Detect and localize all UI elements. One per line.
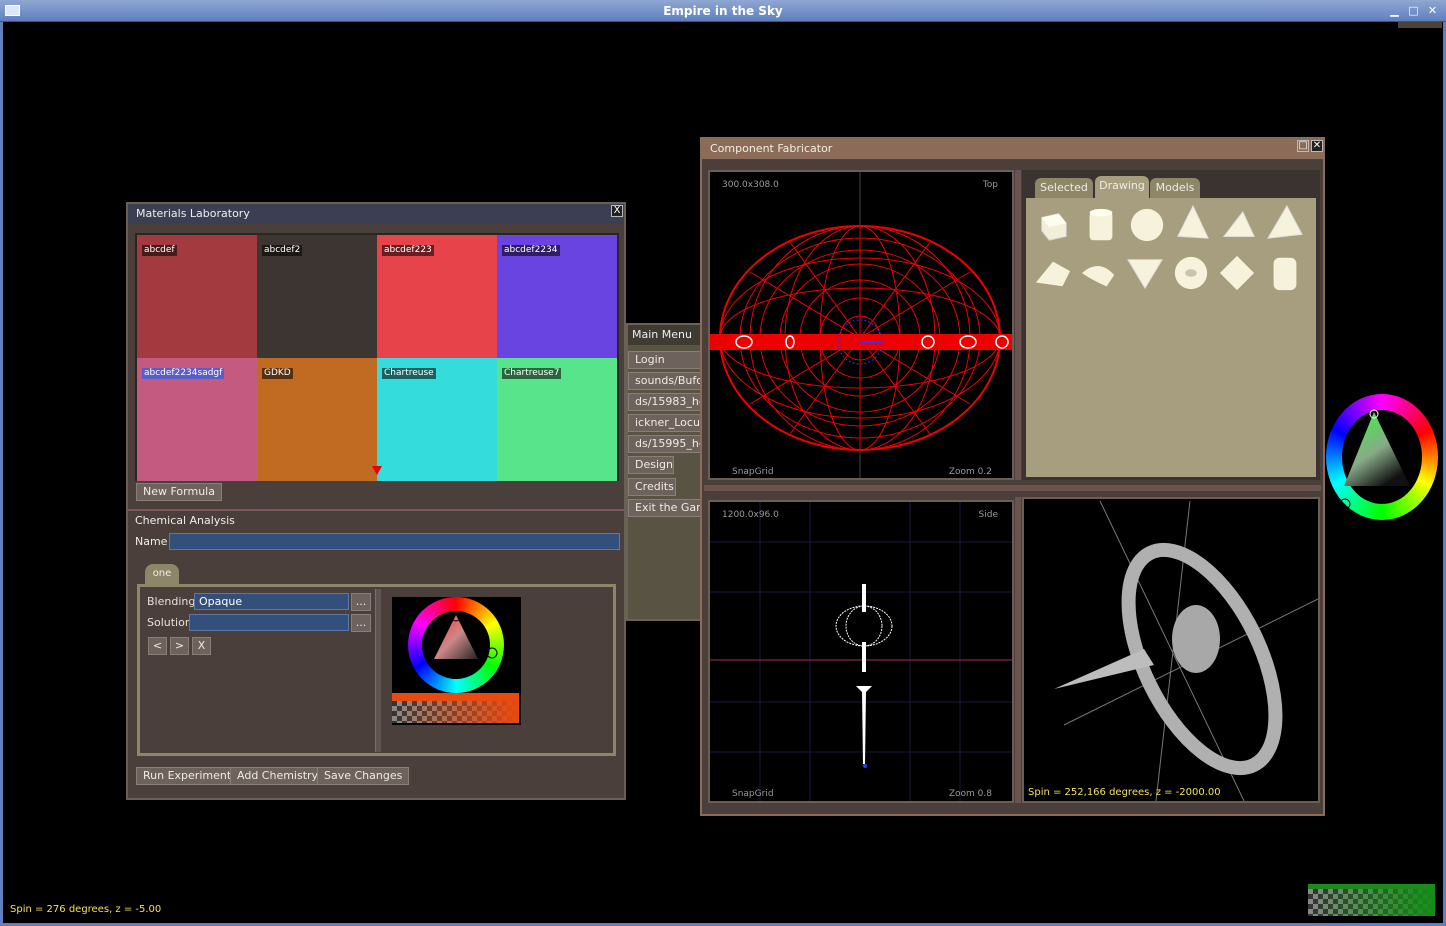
minimize-icon[interactable]: ▁ xyxy=(1387,4,1402,18)
fabricator-maximize-icon[interactable]: □ xyxy=(1297,140,1309,152)
cylinder-icon[interactable] xyxy=(1082,206,1120,244)
floating-color-picker[interactable] xyxy=(1323,392,1438,520)
tab-one[interactable]: one xyxy=(145,564,179,584)
color-preview xyxy=(392,693,519,701)
menu-item-login[interactable]: Login xyxy=(628,351,708,369)
top-view-size: 300.0x308.0 xyxy=(722,180,779,190)
perspective-render xyxy=(1054,500,1319,802)
name-label: Name xyxy=(135,535,168,548)
pyramid-3-icon[interactable] xyxy=(1220,208,1258,246)
fabricator-v-splitter-top[interactable] xyxy=(1015,170,1021,480)
top-view-zoom: Zoom 0.2 xyxy=(948,467,992,477)
half-sphere-icon[interactable] xyxy=(1080,256,1118,294)
add-chemistry-button[interactable]: Add Chemistry xyxy=(230,767,326,785)
pyramid-3b-icon[interactable] xyxy=(1266,204,1304,242)
blending-field[interactable]: Opaque xyxy=(194,593,349,610)
status-spin-text: Spin = 276 degrees, z = -5.00 xyxy=(10,904,162,915)
menu-item-exit[interactable]: Exit the Gam xyxy=(628,499,708,517)
side-view-snap: SnapGrid xyxy=(732,789,774,799)
swatch-7[interactable]: Chartreuse7 xyxy=(497,358,617,481)
tab-selected[interactable]: Selected xyxy=(1035,178,1093,198)
side-viewport[interactable]: 1200.0x96.0 Side SnapGrid Zoom 0.8 xyxy=(708,500,1014,803)
swatch-4[interactable]: abcdef2234sadgf xyxy=(137,358,257,481)
tab-models[interactable]: Models xyxy=(1150,178,1200,198)
window-title: Empire in the Sky xyxy=(663,4,783,18)
solution-label: Solution xyxy=(147,616,192,629)
fabricator-h-splitter[interactable] xyxy=(704,485,1321,491)
blending-label: Blending xyxy=(147,595,196,608)
fabricator-close-icon[interactable]: ✕ xyxy=(1311,140,1323,152)
tab-drawing[interactable]: Drawing xyxy=(1095,176,1149,198)
cursor-marker-icon xyxy=(372,466,382,475)
next-button[interactable]: > xyxy=(170,637,189,655)
prev-button[interactable]: < xyxy=(148,637,167,655)
saturation-triangle[interactable] xyxy=(408,597,504,693)
swatch-6[interactable]: Chartreuse xyxy=(377,358,497,481)
swatch-label: abcdef2234 xyxy=(502,245,560,256)
chemical-analysis-title: Chemical Analysis xyxy=(135,514,235,527)
menu-item-credits[interactable]: Credits xyxy=(628,478,676,496)
blending-browse-button[interactable]: ... xyxy=(351,593,371,611)
alpha-bar[interactable] xyxy=(392,701,519,723)
cube-icon[interactable] xyxy=(1034,208,1072,246)
remove-button[interactable]: X xyxy=(192,637,211,655)
swatch-label: abcdef2234sadgf xyxy=(142,368,225,379)
pyramid-4-icon[interactable] xyxy=(1174,204,1212,242)
color-picker[interactable] xyxy=(392,597,521,725)
save-changes-button[interactable]: Save Changes xyxy=(317,767,410,785)
swatch-grid: abcdef abcdef2 abcdef223 abcdef2234 abcd… xyxy=(135,233,619,481)
side-view-name: Side xyxy=(978,510,998,520)
materials-lab-title: Materials Laboratory xyxy=(128,204,624,224)
side-view-mesh xyxy=(710,502,1012,801)
perspective-viewport[interactable]: Spin = 252,166 degrees, z = -2000.00 xyxy=(1022,497,1320,803)
side-view-size: 1200.0x96.0 xyxy=(722,510,779,520)
main-menu-title: Main Menu xyxy=(628,325,708,345)
swatch-label: abcdef223 xyxy=(382,245,434,256)
new-formula-button[interactable]: New Formula xyxy=(136,483,222,501)
top-view-snap: SnapGrid xyxy=(732,467,774,477)
side-view-zoom: Zoom 0.8 xyxy=(948,789,992,799)
sphere-icon[interactable] xyxy=(1128,206,1166,244)
name-input[interactable] xyxy=(169,533,620,550)
solution-browse-button[interactable]: ... xyxy=(351,614,371,632)
menu-item-sound-1[interactable]: sounds/Bufo- xyxy=(628,372,708,390)
swatch-3[interactable]: abcdef2234 xyxy=(497,235,617,358)
floating-saturation-triangle[interactable] xyxy=(1326,394,1438,520)
octahedron-icon[interactable] xyxy=(1218,254,1256,292)
maximize-icon[interactable]: □ xyxy=(1406,4,1421,18)
splitter[interactable] xyxy=(128,509,624,511)
menu-item-design[interactable]: Design xyxy=(628,456,674,474)
cone-icon[interactable] xyxy=(1126,254,1164,292)
top-viewport[interactable]: 300.0x308.0 Top SnapGrid Zoom 0.2 xyxy=(708,170,1014,480)
top-view-mesh xyxy=(710,172,1012,478)
swatch-label: abcdef xyxy=(142,245,177,256)
corner-decoration xyxy=(1398,22,1442,28)
swatch-0[interactable]: abcdef xyxy=(137,235,257,358)
alpha-strip[interactable] xyxy=(1308,884,1435,916)
menu-item-sound-2[interactable]: ds/15983_heat xyxy=(628,393,708,411)
swatch-5[interactable]: GDKD xyxy=(257,358,377,481)
materials-lab-close-icon[interactable]: X xyxy=(611,205,623,217)
swatch-label: abcdef2 xyxy=(262,245,303,256)
swatch-2[interactable]: abcdef223 xyxy=(377,235,497,358)
torus-icon[interactable] xyxy=(1172,254,1210,292)
fabricator-title: Component Fabricator xyxy=(702,139,1323,159)
perspective-spin-text: Spin = 252,166 degrees, z = -2000.00 xyxy=(1028,787,1221,798)
solution-field[interactable] xyxy=(189,614,349,631)
close-icon[interactable]: ✕ xyxy=(1425,4,1440,18)
swatch-label: Chartreuse7 xyxy=(502,368,562,379)
capsule-icon[interactable] xyxy=(1266,254,1304,292)
shape-grid xyxy=(1030,204,1310,294)
menu-item-sound-3[interactable]: ickner_Locus_i xyxy=(628,414,708,432)
window-frame-left xyxy=(0,22,3,926)
menu-item-sound-4[interactable]: ds/15995_heat xyxy=(628,435,708,453)
run-experiment-button[interactable]: Run Experiment xyxy=(136,767,239,785)
swatch-1[interactable]: abcdef2 xyxy=(257,235,377,358)
top-view-name: Top xyxy=(982,180,998,190)
swatch-label: GDKD xyxy=(262,368,293,379)
swatch-label: Chartreuse xyxy=(382,368,436,379)
vertical-splitter[interactable] xyxy=(375,589,381,752)
wedge-icon[interactable] xyxy=(1034,254,1072,292)
fabricator-v-splitter-bottom[interactable] xyxy=(1015,497,1021,803)
